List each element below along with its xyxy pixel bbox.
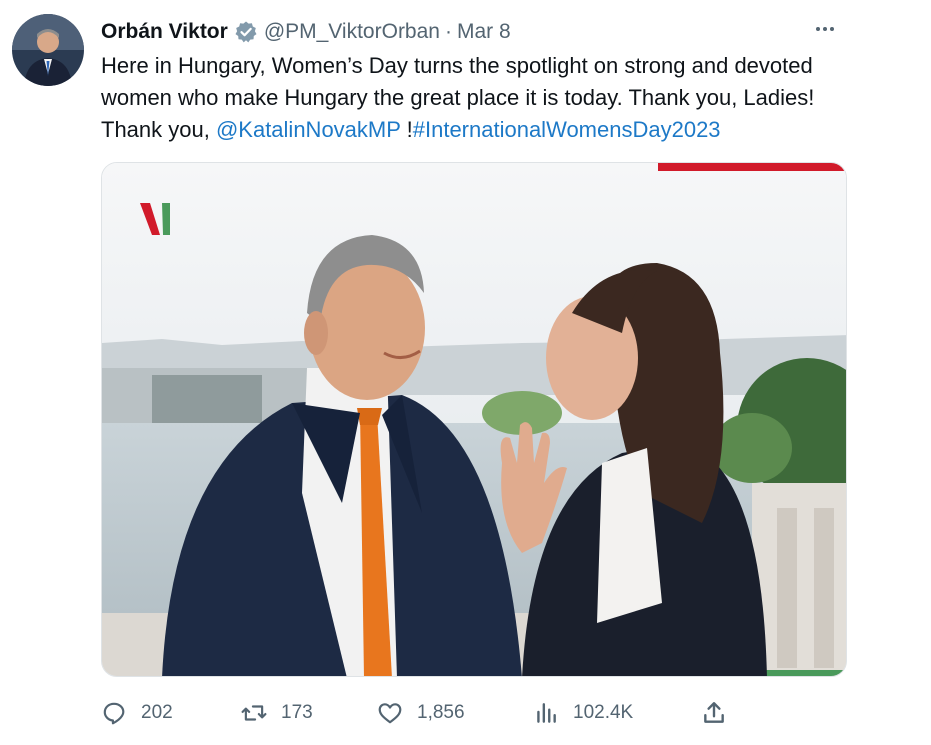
author-handle[interactable]: @PM_ViktorOrban bbox=[264, 20, 440, 44]
views-bar-chart-icon bbox=[537, 703, 556, 723]
like-count: 1,856 bbox=[417, 702, 465, 723]
reply-count: 202 bbox=[141, 702, 173, 723]
tweet-text-line-2: women who make Hungary the great place i… bbox=[101, 85, 815, 110]
author-display-name[interactable]: Orbán Viktor bbox=[101, 20, 228, 44]
tweet-header: Orbán Viktor @PM_ViktorOrban · Mar 8 bbox=[101, 18, 871, 46]
reply-icon bbox=[103, 702, 125, 725]
tweet-card[interactable]: Orbán Viktor @PM_ViktorOrban · Mar 8 Her… bbox=[0, 0, 931, 745]
tweet-text: Here in Hungary, Women’s Day turns the s… bbox=[101, 50, 861, 146]
share-icon bbox=[704, 702, 724, 723]
tweet-text-exclamation: ! bbox=[400, 117, 413, 142]
retweet-icon bbox=[241, 705, 267, 721]
retweet-count: 173 bbox=[281, 702, 313, 723]
mention-link[interactable]: @KatalinNovakMP bbox=[216, 117, 401, 142]
header-separator: · bbox=[444, 20, 452, 43]
tweet-actions: 202 173 1,856 102.4K bbox=[101, 696, 741, 730]
tweet-photo[interactable] bbox=[101, 162, 847, 677]
retweet-button[interactable]: 173 bbox=[241, 696, 313, 730]
avatar[interactable] bbox=[12, 14, 84, 86]
views-count: 102.4K bbox=[573, 702, 634, 723]
tweet-text-thank-you: Thank you, bbox=[101, 117, 216, 142]
more-options-icon[interactable] bbox=[807, 14, 843, 44]
share-button[interactable] bbox=[701, 696, 741, 730]
reply-button[interactable]: 202 bbox=[101, 696, 173, 730]
heart-icon bbox=[378, 703, 402, 724]
verified-badge-icon[interactable] bbox=[234, 20, 258, 44]
views-button[interactable]: 102.4K bbox=[533, 696, 633, 730]
hashtag-link[interactable]: #InternationalWomensDay2023 bbox=[413, 117, 721, 142]
tweet-text-line-1: Here in Hungary, Women’s Day turns the s… bbox=[101, 53, 813, 78]
like-button[interactable]: 1,856 bbox=[377, 696, 465, 730]
tweet-text-line-3: Thank you, @KatalinNovakMP !#Internation… bbox=[101, 114, 861, 146]
tweet-date[interactable]: Mar 8 bbox=[457, 20, 511, 44]
